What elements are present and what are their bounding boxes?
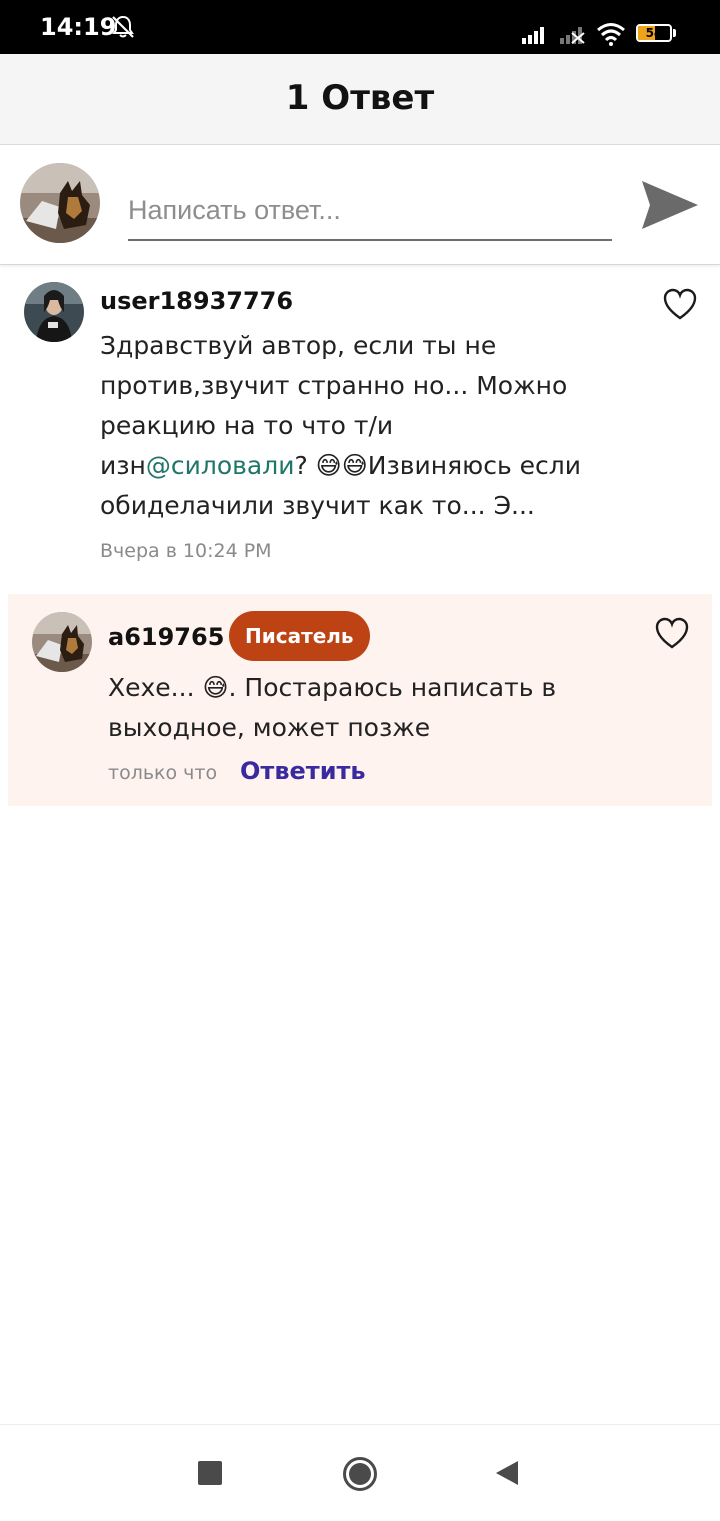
send-button[interactable] bbox=[638, 175, 702, 235]
writer-badge: Писатель bbox=[229, 611, 370, 661]
reply-composer bbox=[0, 145, 720, 265]
comment-username[interactable]: user18937776 bbox=[100, 287, 293, 315]
bell-muted-icon bbox=[112, 15, 134, 38]
status-bar: 14:19 54 bbox=[0, 0, 720, 54]
battery-icon: 54 bbox=[636, 24, 676, 44]
comment-timestamp: Вчера в 10:24 PM bbox=[100, 540, 272, 562]
avatar bbox=[32, 612, 92, 672]
recent-apps-button[interactable] bbox=[198, 1461, 222, 1485]
battery-level: 54 bbox=[645, 26, 663, 40]
reply-username[interactable]: a619765 bbox=[108, 623, 224, 651]
status-time: 14:19 bbox=[40, 13, 117, 41]
system-nav-bar bbox=[0, 1424, 720, 1521]
signal-no-service-icon bbox=[560, 27, 585, 44]
page-title: 1 Ответ bbox=[285, 78, 435, 118]
comment-text: Здравствуй автор, если ты не против,звуч… bbox=[100, 326, 600, 526]
reply-timestamp: только что bbox=[108, 762, 218, 784]
wifi-icon bbox=[597, 23, 625, 46]
reply-input[interactable] bbox=[128, 181, 612, 241]
signal-icon bbox=[522, 27, 544, 44]
header: 1 Ответ bbox=[0, 54, 720, 145]
home-button[interactable] bbox=[342, 1456, 378, 1492]
avatar bbox=[24, 282, 84, 342]
heart-icon[interactable] bbox=[663, 288, 697, 322]
mention-link[interactable]: @силовали bbox=[146, 451, 295, 480]
heart-icon[interactable] bbox=[655, 617, 689, 651]
avatar bbox=[20, 163, 100, 243]
reply-button[interactable]: Ответить bbox=[240, 757, 366, 785]
reply-text: Хехе... 😅. Постараюсь написать в выходно… bbox=[108, 673, 557, 742]
back-button[interactable] bbox=[494, 1459, 520, 1487]
